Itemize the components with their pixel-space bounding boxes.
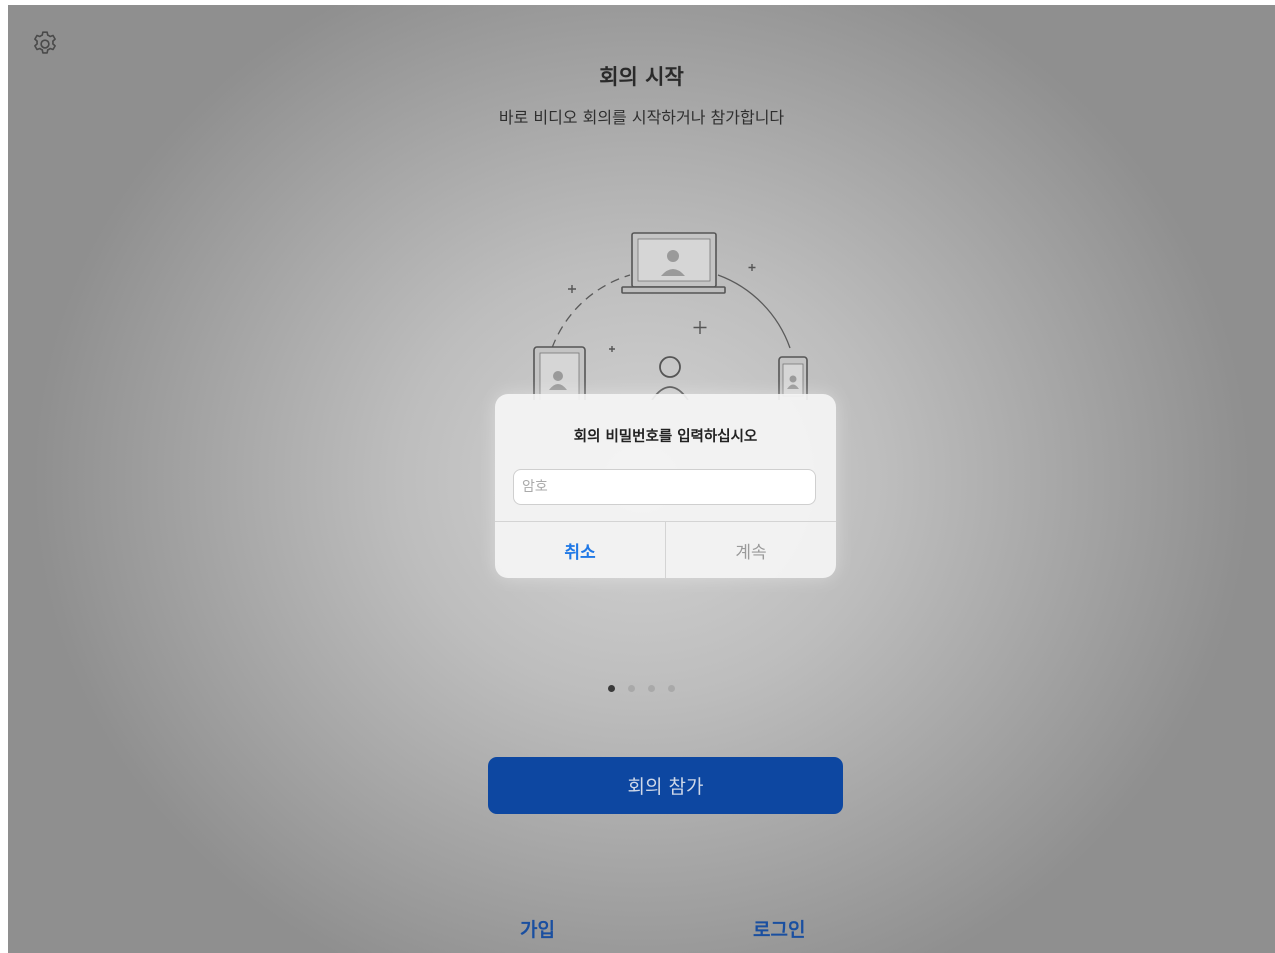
meeting-illustration — [520, 230, 820, 400]
signup-link[interactable]: 가입 — [520, 915, 555, 942]
devices-graphic — [533, 232, 808, 400]
password-dialog: 회의 비밀번호를 입력하십시오 취소 계속 — [495, 394, 836, 578]
page-title: 회의 시작 — [599, 65, 684, 89]
settings-button[interactable] — [30, 29, 60, 59]
page-dot-2[interactable] — [628, 685, 635, 692]
tablet-icon — [533, 346, 586, 400]
app-screen: 회의 시작 바로 비디오 회의를 시작하거나 참가합니다 회의 참가 가입 로그… — [8, 5, 1275, 953]
password-input[interactable] — [513, 469, 816, 505]
page-dot-3[interactable] — [648, 685, 655, 692]
login-link[interactable]: 로그인 — [753, 915, 805, 942]
page-subtitle: 바로 비디오 회의를 시작하거나 참가합니다 — [498, 108, 785, 127]
dialog-title: 회의 비밀번호를 입력하십시오 — [573, 429, 758, 445]
join-meeting-button[interactable]: 회의 참가 — [488, 757, 843, 814]
cancel-button[interactable]: 취소 — [495, 522, 666, 578]
dialog-actions: 취소 계속 — [495, 521, 836, 578]
laptop-icon — [621, 232, 726, 294]
continue-button[interactable]: 계속 — [666, 522, 836, 578]
gear-icon — [34, 31, 56, 54]
page-indicator — [8, 685, 1275, 692]
page-dot-1[interactable] — [608, 685, 615, 692]
page-dot-4[interactable] — [668, 685, 675, 692]
